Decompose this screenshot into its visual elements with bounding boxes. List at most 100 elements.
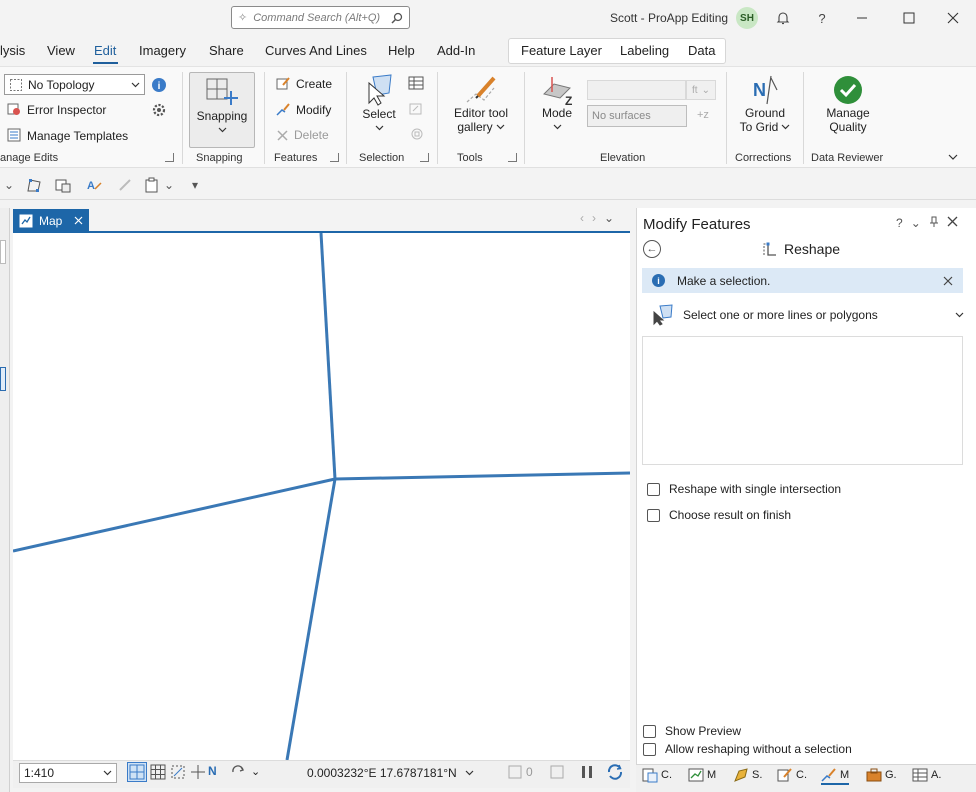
checkbox[interactable] bbox=[643, 742, 656, 756]
manage-edits-launcher-icon[interactable] bbox=[165, 153, 174, 162]
constraints-icon[interactable] bbox=[190, 764, 206, 783]
map-canvas[interactable] bbox=[13, 233, 630, 760]
delete-button[interactable]: Delete bbox=[276, 128, 329, 142]
minimize-icon[interactable] bbox=[853, 9, 871, 27]
dock-tab-modify-features[interactable]: M bbox=[821, 767, 850, 785]
left-dock-tab-active[interactable] bbox=[0, 367, 6, 391]
clear-selection-icon[interactable] bbox=[408, 102, 424, 119]
dock-tab-catalog[interactable]: C. bbox=[642, 767, 672, 783]
polyline-feature[interactable] bbox=[285, 478, 337, 760]
north-arrow-icon[interactable]: N bbox=[208, 764, 217, 778]
manage-templates-button[interactable]: Manage Templates bbox=[7, 128, 128, 143]
pause-drawing-icon[interactable] bbox=[580, 764, 594, 783]
dock-tab-attributes[interactable]: A. bbox=[912, 767, 941, 783]
features-launcher-icon[interactable] bbox=[330, 153, 339, 162]
option-allow-without-selection[interactable]: Allow reshaping without a selection bbox=[643, 742, 852, 756]
dock-tab-create-features[interactable]: C. bbox=[777, 767, 807, 783]
snapping-status-icon[interactable] bbox=[170, 764, 186, 783]
selection-list[interactable] bbox=[642, 336, 963, 465]
avatar[interactable]: SH bbox=[736, 7, 758, 29]
checkbox[interactable] bbox=[647, 508, 660, 522]
help-icon[interactable]: ? bbox=[813, 9, 831, 27]
modify-button[interactable]: Modify bbox=[276, 102, 331, 117]
grid-icon[interactable] bbox=[150, 764, 166, 783]
topology-dropdown[interactable]: No Topology bbox=[4, 74, 145, 95]
back-arrow-icon[interactable]: ← bbox=[643, 240, 661, 258]
pane-help-icon[interactable]: ? bbox=[896, 216, 903, 231]
tab-data[interactable]: Data bbox=[688, 43, 715, 58]
pane-options-chevron-icon[interactable]: ⌄ bbox=[911, 216, 921, 231]
settings-gear-icon[interactable] bbox=[151, 102, 167, 121]
coordinate-readout[interactable]: 0.0003232°E 17.6787181°N bbox=[307, 766, 474, 780]
tab-add-in[interactable]: Add-In bbox=[437, 43, 475, 58]
option-choose-result[interactable]: Choose result on finish bbox=[647, 508, 791, 522]
pencil-tool-icon[interactable] bbox=[116, 177, 134, 193]
close-window-icon[interactable] bbox=[944, 9, 962, 27]
selected-features-count[interactable]: 0 bbox=[508, 765, 533, 779]
option-single-intersection[interactable]: Reshape with single intersection bbox=[647, 482, 841, 496]
clipboard-icon[interactable] bbox=[143, 177, 161, 193]
tab-map[interactable]: Map bbox=[13, 209, 89, 232]
left-dock-tab[interactable] bbox=[0, 240, 6, 264]
scroll-right-icon[interactable]: › bbox=[592, 211, 596, 225]
vertices-icon[interactable] bbox=[25, 177, 43, 193]
command-search-input[interactable]: ✧ Command Search (Alt+Q) bbox=[231, 6, 410, 29]
tab-feature-layer[interactable]: Feature Layer bbox=[521, 43, 602, 58]
chevron-down-icon[interactable]: ⌄ bbox=[160, 177, 178, 193]
dock-tab-geoprocessing[interactable]: G. bbox=[866, 767, 897, 783]
scroll-left-icon[interactable]: ‹ bbox=[580, 211, 584, 225]
tab-edit[interactable]: Edit bbox=[94, 43, 116, 58]
table-view-icon[interactable] bbox=[549, 764, 565, 783]
checkbox[interactable] bbox=[643, 724, 656, 738]
pane-pin-icon[interactable] bbox=[929, 216, 939, 231]
elevation-value-input[interactable] bbox=[587, 80, 686, 100]
polyline-feature[interactable] bbox=[319, 233, 337, 480]
notifications-bell-icon[interactable] bbox=[774, 9, 792, 27]
tab-curves-and-lines[interactable]: Curves And Lines bbox=[265, 43, 367, 58]
select-features-dropdown[interactable]: Select one or more lines or polygons bbox=[652, 304, 964, 326]
selection-launcher-icon[interactable] bbox=[420, 153, 429, 162]
manage-quality-button[interactable]: Manage Quality bbox=[822, 74, 874, 134]
refresh-icon[interactable] bbox=[606, 763, 624, 784]
editor-tool-gallery-button[interactable]: Editor tool gallery bbox=[450, 74, 512, 134]
chevron-down-icon[interactable]: ⌄ bbox=[251, 765, 260, 778]
maximize-icon[interactable] bbox=[900, 9, 918, 27]
tab-analysis[interactable]: lysis bbox=[0, 43, 25, 58]
chevron-down-icon[interactable]: ⌄ bbox=[0, 177, 18, 193]
tab-labeling[interactable]: Labeling bbox=[620, 43, 669, 58]
polyline-feature[interactable] bbox=[334, 471, 630, 481]
rotate-icon[interactable] bbox=[230, 764, 248, 783]
attributes-table-icon[interactable] bbox=[408, 76, 424, 93]
tab-view[interactable]: View bbox=[47, 43, 75, 58]
chevron-down-icon[interactable]: ⌄ bbox=[604, 211, 614, 225]
elevation-mode-button[interactable]: Z Mode bbox=[538, 74, 576, 130]
customize-toolbar-icon[interactable]: ▾ bbox=[186, 177, 204, 193]
checkbox[interactable] bbox=[647, 482, 660, 496]
elevation-offset-icon[interactable]: +z bbox=[697, 109, 709, 121]
dock-tab-map[interactable]: M bbox=[688, 767, 716, 783]
polyline-feature[interactable] bbox=[13, 477, 336, 553]
tab-help[interactable]: Help bbox=[388, 43, 415, 58]
tab-share[interactable]: Share bbox=[209, 43, 244, 58]
tools-launcher-icon[interactable] bbox=[508, 153, 517, 162]
close-tab-icon[interactable] bbox=[74, 216, 83, 225]
tab-imagery[interactable]: Imagery bbox=[139, 43, 186, 58]
scale-dropdown[interactable]: 1:410 bbox=[19, 763, 117, 783]
elevation-surface-dropdown[interactable]: No surfaces bbox=[587, 105, 687, 127]
option-show-preview[interactable]: Show Preview bbox=[643, 724, 741, 738]
pane-close-icon[interactable] bbox=[947, 216, 958, 231]
select-button[interactable]: Select bbox=[360, 73, 398, 131]
dismiss-message-icon[interactable] bbox=[943, 276, 953, 286]
topology-info-icon[interactable]: i bbox=[151, 77, 167, 96]
zoom-to-selection-icon[interactable] bbox=[408, 127, 424, 144]
ribbon-collapse-chevron-icon[interactable] bbox=[948, 150, 958, 164]
error-inspector-button[interactable]: Error Inspector bbox=[7, 102, 106, 117]
create-button[interactable]: Create bbox=[276, 76, 332, 91]
annotation-icon[interactable]: A bbox=[85, 177, 103, 193]
snapping-button[interactable]: Snapping bbox=[189, 72, 255, 148]
ground-to-grid-button[interactable]: N Ground To Grid bbox=[738, 74, 792, 134]
fixed-scale-icon[interactable] bbox=[127, 762, 147, 782]
attributes-edit-icon[interactable] bbox=[54, 177, 72, 193]
elevation-unit-dropdown[interactable]: ft ⌄ bbox=[686, 80, 716, 100]
dock-tab-symbology[interactable]: S. bbox=[733, 767, 762, 783]
